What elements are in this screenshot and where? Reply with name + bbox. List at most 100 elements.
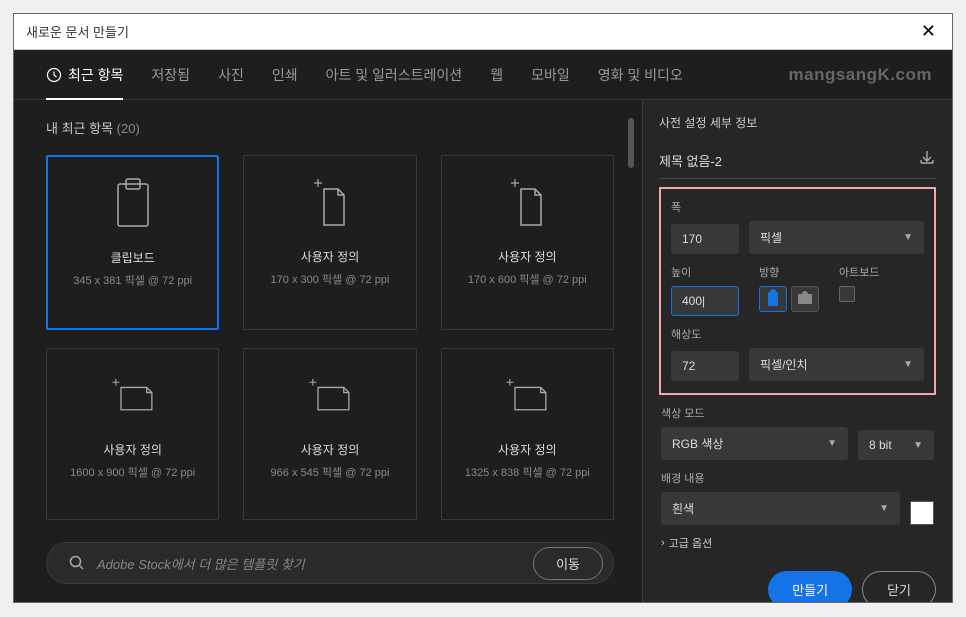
tab-label: 아트 및 일러스트레이션 xyxy=(326,65,463,85)
preset-name: 사용자 정의 xyxy=(103,441,162,458)
unit-dropdown[interactable]: 픽셀 ▼ xyxy=(749,221,924,254)
document-landscape-icon xyxy=(306,367,354,425)
content-area: 최근 항목 저장됨 사진 인쇄 아트 및 일러스트레이션 웹 모바일 영화 및 … xyxy=(14,50,952,602)
clipboard-icon xyxy=(109,175,157,233)
stock-search-bar[interactable]: Adobe Stock에서 더 많은 템플릿 찾기 이동 xyxy=(46,542,614,584)
preset-name: 사용자 정의 xyxy=(301,441,360,458)
color-mode-label: 색상 모드 xyxy=(661,405,934,421)
dimensions-highlight: 폭 170 픽셀 ▼ 높이 400| xyxy=(659,187,936,395)
bit-depth-dropdown[interactable]: 8 bit ▼ xyxy=(858,430,934,460)
background-label: 배경 내용 xyxy=(661,470,934,486)
details-title: 사전 설정 세부 정보 xyxy=(659,114,936,131)
chevron-down-icon: ▼ xyxy=(913,440,923,451)
resolution-input[interactable]: 72 xyxy=(671,351,739,381)
preset-grid: 클립보드 345 x 381 픽셀 @ 72 ppi 사용자 정의 170 x … xyxy=(46,155,614,520)
landscape-icon xyxy=(798,294,812,304)
width-label: 폭 xyxy=(671,199,924,215)
tab-film[interactable]: 영화 및 비디오 xyxy=(598,50,683,100)
preset-dims: 170 x 300 픽셀 @ 72 ppi xyxy=(271,271,390,287)
preset-card-custom-4[interactable]: 사용자 정의 966 x 545 픽셀 @ 72 ppi xyxy=(243,348,416,521)
background-dropdown[interactable]: 흰색 ▼ xyxy=(661,492,900,525)
tab-label: 모바일 xyxy=(531,65,570,85)
preset-dims: 1600 x 900 픽셀 @ 72 ppi xyxy=(70,464,195,480)
orientation-landscape-button[interactable] xyxy=(791,286,819,312)
resolution-unit-value: 픽셀/인치 xyxy=(760,356,808,373)
create-button[interactable]: 만들기 xyxy=(768,571,852,602)
chevron-down-icon: ▼ xyxy=(903,359,913,370)
document-landscape-icon xyxy=(109,367,157,425)
chevron-right-icon: › xyxy=(661,537,665,549)
preset-dims: 966 x 545 픽셀 @ 72 ppi xyxy=(271,464,390,480)
preset-name: 클립보드 xyxy=(111,249,155,266)
height-label: 높이 xyxy=(671,264,739,280)
tab-label: 저장됨 xyxy=(151,65,190,85)
presets-panel: 내 최근 항목 (20) 클립보드 345 x 381 픽셀 @ 72 ppi xyxy=(14,100,642,602)
preset-dims: 345 x 381 픽셀 @ 72 ppi xyxy=(73,272,192,288)
height-input[interactable]: 400| xyxy=(671,286,739,316)
recent-section-title: 내 최근 항목 (20) xyxy=(46,118,614,137)
tab-recent[interactable]: 최근 항목 xyxy=(46,50,123,100)
document-portrait-icon xyxy=(503,174,551,232)
resolution-label: 해상도 xyxy=(671,326,924,342)
close-icon[interactable]: ✕ xyxy=(917,17,940,46)
tab-mobile[interactable]: 모바일 xyxy=(531,50,570,100)
recent-title-text: 내 최근 항목 xyxy=(46,121,113,136)
tab-saved[interactable]: 저장됨 xyxy=(151,50,190,100)
category-tabs: 최근 항목 저장됨 사진 인쇄 아트 및 일러스트레이션 웹 모바일 영화 및 … xyxy=(14,50,952,100)
footer-buttons: 만들기 닫기 xyxy=(659,551,936,602)
tab-label: 영화 및 비디오 xyxy=(598,65,683,85)
advanced-label: 고급 옵션 xyxy=(669,535,713,551)
resolution-unit-dropdown[interactable]: 픽셀/인치 ▼ xyxy=(749,348,924,381)
chevron-down-icon: ▼ xyxy=(879,503,889,514)
bit-depth-value: 8 bit xyxy=(869,438,892,452)
width-input[interactable]: 170 xyxy=(671,224,739,254)
artboard-label: 아트보드 xyxy=(839,264,879,280)
tab-art[interactable]: 아트 및 일러스트레이션 xyxy=(326,50,463,100)
portrait-icon xyxy=(768,292,778,306)
preset-name: 사용자 정의 xyxy=(498,441,557,458)
tab-label: 최근 항목 xyxy=(68,65,123,85)
color-mode-dropdown[interactable]: RGB 색상 ▼ xyxy=(661,427,848,460)
tab-label: 웹 xyxy=(490,65,503,85)
chevron-down-icon: ▼ xyxy=(827,438,837,449)
document-name-row: 제목 없음-2 xyxy=(659,149,936,179)
preset-card-custom-3[interactable]: 사용자 정의 1600 x 900 픽셀 @ 72 ppi xyxy=(46,348,219,521)
search-placeholder: Adobe Stock에서 더 많은 템플릿 찾기 xyxy=(97,554,521,573)
watermark-text: mangsangK.com xyxy=(789,65,932,85)
document-name-input[interactable]: 제목 없음-2 xyxy=(659,151,722,170)
search-icon xyxy=(69,555,85,571)
tab-print[interactable]: 인쇄 xyxy=(272,50,298,100)
background-value: 흰색 xyxy=(672,500,694,517)
new-document-window: 새로운 문서 만들기 ✕ 최근 항목 저장됨 사진 인쇄 아트 및 일러스트레이… xyxy=(13,13,953,603)
document-landscape-icon xyxy=(503,367,551,425)
tab-web[interactable]: 웹 xyxy=(490,50,503,100)
preset-card-custom-2[interactable]: 사용자 정의 170 x 600 픽셀 @ 72 ppi xyxy=(441,155,614,330)
titlebar: 새로운 문서 만들기 ✕ xyxy=(14,14,952,50)
orientation-label: 방향 xyxy=(759,264,819,280)
artboard-checkbox[interactable] xyxy=(839,286,855,302)
preset-name: 사용자 정의 xyxy=(498,248,557,265)
preset-card-custom-1[interactable]: 사용자 정의 170 x 300 픽셀 @ 72 ppi xyxy=(243,155,416,330)
orientation-portrait-button[interactable] xyxy=(759,286,787,312)
save-preset-icon[interactable] xyxy=(918,149,936,172)
preset-card-custom-5[interactable]: 사용자 정의 1325 x 838 픽셀 @ 72 ppi xyxy=(441,348,614,521)
background-color-swatch[interactable] xyxy=(910,501,934,525)
advanced-options-toggle[interactable]: › 고급 옵션 xyxy=(661,535,934,551)
recent-count: (20) xyxy=(117,121,140,136)
preset-dims: 1325 x 838 픽셀 @ 72 ppi xyxy=(465,464,590,480)
tab-photo[interactable]: 사진 xyxy=(218,50,244,100)
preset-dims: 170 x 600 픽셀 @ 72 ppi xyxy=(468,271,587,287)
chevron-down-icon: ▼ xyxy=(903,232,913,243)
preset-name: 사용자 정의 xyxy=(301,248,360,265)
preset-card-clipboard[interactable]: 클립보드 345 x 381 픽셀 @ 72 ppi xyxy=(46,155,219,330)
tab-label: 사진 xyxy=(218,65,244,85)
details-panel: 사전 설정 세부 정보 제목 없음-2 폭 170 픽셀 xyxy=(642,100,952,602)
document-portrait-icon xyxy=(306,174,354,232)
close-button[interactable]: 닫기 xyxy=(862,571,936,602)
main-area: 내 최근 항목 (20) 클립보드 345 x 381 픽셀 @ 72 ppi xyxy=(14,100,952,602)
search-go-button[interactable]: 이동 xyxy=(533,547,603,580)
clock-icon xyxy=(46,67,62,83)
unit-value: 픽셀 xyxy=(760,229,782,246)
tab-label: 인쇄 xyxy=(272,65,298,85)
window-title: 새로운 문서 만들기 xyxy=(26,22,129,41)
